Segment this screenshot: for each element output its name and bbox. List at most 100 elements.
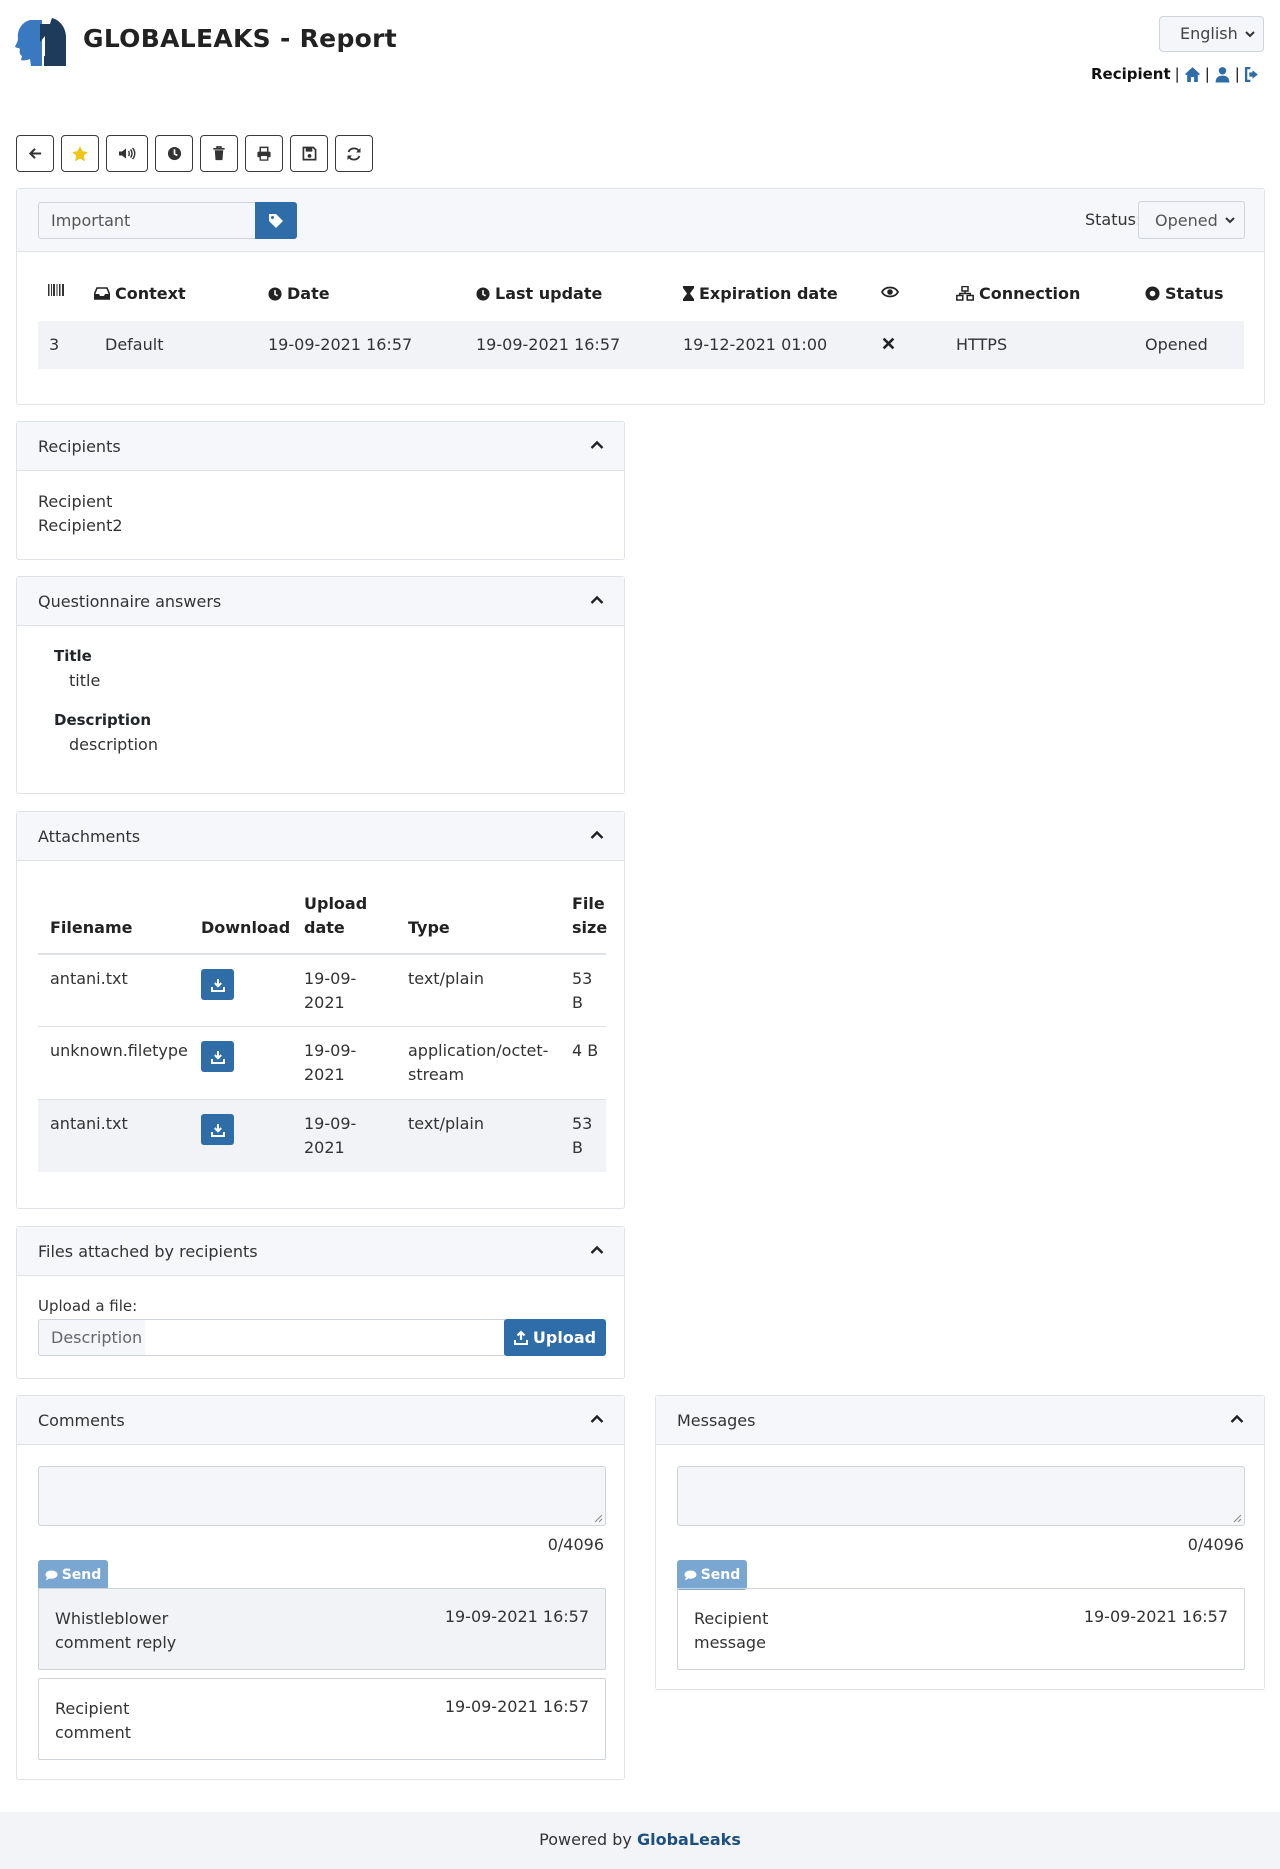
status-column-header: Status (1145, 284, 1224, 303)
dot-circle-icon (1145, 286, 1160, 301)
download-button[interactable] (201, 969, 234, 1000)
send-comment-button[interactable]: Send (38, 1560, 108, 1590)
clock-icon (167, 146, 182, 161)
chevron-up-icon[interactable] (590, 595, 604, 605)
expiration-column-header: Expiration date (683, 284, 838, 303)
attachment-size: 53 B (572, 969, 593, 1012)
message-char-counter: 0/4096 (1187, 1535, 1244, 1554)
close-icon (882, 337, 895, 350)
notify-button[interactable] (106, 135, 148, 172)
upload-label: Upload a file: (38, 1297, 138, 1315)
chevron-down-icon (1245, 30, 1255, 38)
star-icon (71, 145, 89, 163)
recipients-card: Recipients Recipient Recipient2 (16, 421, 625, 560)
status-label: Status: (1085, 210, 1142, 229)
globaleaks-logo (14, 16, 68, 68)
date-column-header: Date (268, 284, 330, 303)
refresh-button[interactable] (335, 135, 373, 172)
upload-icon (513, 1330, 528, 1345)
comments-card: Comments 0/4096 Send Whistleblower comme… (16, 1395, 625, 1780)
comment-date: 19-09-2021 16:57 (444, 1607, 589, 1626)
file-description-input[interactable]: Description (38, 1319, 146, 1356)
eye-icon (881, 286, 899, 298)
home-icon[interactable] (1184, 66, 1201, 83)
file-input[interactable] (145, 1319, 505, 1356)
clock-icon (476, 286, 490, 301)
connection-column-header: Connection (956, 284, 1080, 303)
download-icon (210, 1050, 225, 1064)
page-title: GLOBALEAKS - Report (83, 24, 397, 53)
resize-grip-icon[interactable] (594, 1514, 603, 1523)
questionnaire-header[interactable]: Questionnaire answers (17, 577, 624, 626)
recipient-files-header[interactable]: Files attached by recipients (17, 1227, 624, 1276)
resize-grip-icon[interactable] (1233, 1514, 1242, 1523)
report-context: Default (105, 335, 164, 354)
footer-brand-link[interactable]: GlobaLeaks (637, 1830, 741, 1849)
messages-header[interactable]: Messages (656, 1396, 1264, 1445)
questionnaire-card: Questionnaire answers Title title Descri… (16, 576, 625, 794)
add-tag-button[interactable] (255, 202, 297, 239)
attachment-date: 19-09-2021 (304, 1114, 357, 1157)
message-date: 19-09-2021 16:57 (1083, 1607, 1228, 1626)
attachment-type: text/plain (408, 1114, 484, 1133)
report-expiration: 19-12-2021 01:00 (683, 335, 828, 354)
attachment-date: 19-09-2021 (304, 969, 357, 1012)
chevron-up-icon[interactable] (590, 830, 604, 840)
report-toolbar (16, 135, 373, 172)
recipient-item: Recipient2 (38, 516, 123, 535)
report-date: 19-09-2021 16:57 (268, 335, 413, 354)
footer-prefix: Powered by (539, 1830, 632, 1849)
user-role-label: Recipient (1091, 65, 1171, 83)
tag-input[interactable]: Important (38, 202, 256, 239)
download-icon (210, 978, 225, 992)
comment-icon (45, 1569, 58, 1581)
print-icon (256, 146, 272, 161)
print-button[interactable] (245, 135, 283, 172)
attachments-header[interactable]: Attachments (17, 812, 624, 861)
trash-icon (212, 146, 226, 161)
comment-icon (684, 1569, 697, 1581)
chevron-up-icon[interactable] (1230, 1414, 1244, 1424)
delete-button[interactable] (200, 135, 238, 172)
report-status: Opened (1145, 335, 1208, 354)
last-update-column-header: Last update (476, 284, 602, 303)
chevron-up-icon[interactable] (590, 1414, 604, 1424)
status-select-value: Opened (1155, 211, 1218, 230)
user-icon[interactable] (1214, 66, 1231, 83)
comments-header[interactable]: Comments (17, 1396, 624, 1445)
message-textarea[interactable] (677, 1466, 1245, 1526)
postpone-button[interactable] (155, 135, 193, 172)
important-button[interactable] (61, 135, 99, 172)
download-icon (210, 1123, 225, 1137)
logout-icon[interactable] (1244, 66, 1261, 83)
answer-value: description (69, 735, 158, 754)
attachment-type: text/plain (408, 969, 484, 988)
report-last-update: 19-09-2021 16:57 (476, 335, 621, 354)
clock-icon (268, 286, 282, 301)
comment-textarea[interactable] (38, 1466, 606, 1526)
messages-card: Messages 0/4096 Send Recipient message 1… (655, 1395, 1265, 1690)
attachment-filename: unknown.filetype (50, 1041, 188, 1060)
barcode-icon (48, 284, 64, 296)
save-button[interactable] (290, 135, 328, 172)
message-item: Recipient message 19-09-2021 16:57 (677, 1588, 1245, 1670)
status-select[interactable]: Opened (1138, 201, 1245, 239)
back-button[interactable] (16, 135, 54, 172)
report-connection: HTTPS (956, 335, 1008, 354)
language-select[interactable]: English (1159, 16, 1264, 52)
back-icon (28, 146, 43, 161)
size-column-header: File size (572, 894, 608, 937)
table-row: antani.txt 19-09-2021 text/plain 53 B (38, 1099, 606, 1172)
upload-button[interactable]: Upload (504, 1319, 606, 1356)
type-column-header: Type (408, 918, 450, 937)
chevron-up-icon[interactable] (590, 1245, 604, 1255)
download-button[interactable] (201, 1114, 234, 1145)
chevron-up-icon[interactable] (590, 440, 604, 450)
send-message-button[interactable]: Send (677, 1560, 747, 1590)
download-button[interactable] (201, 1041, 234, 1072)
recipients-header[interactable]: Recipients (17, 422, 624, 471)
context-column-header: Context (94, 284, 186, 303)
recipient-files-card: Files attached by recipients Upload a fi… (16, 1226, 625, 1379)
filename-column-header: Filename (50, 918, 133, 937)
language-value: English (1180, 24, 1238, 43)
